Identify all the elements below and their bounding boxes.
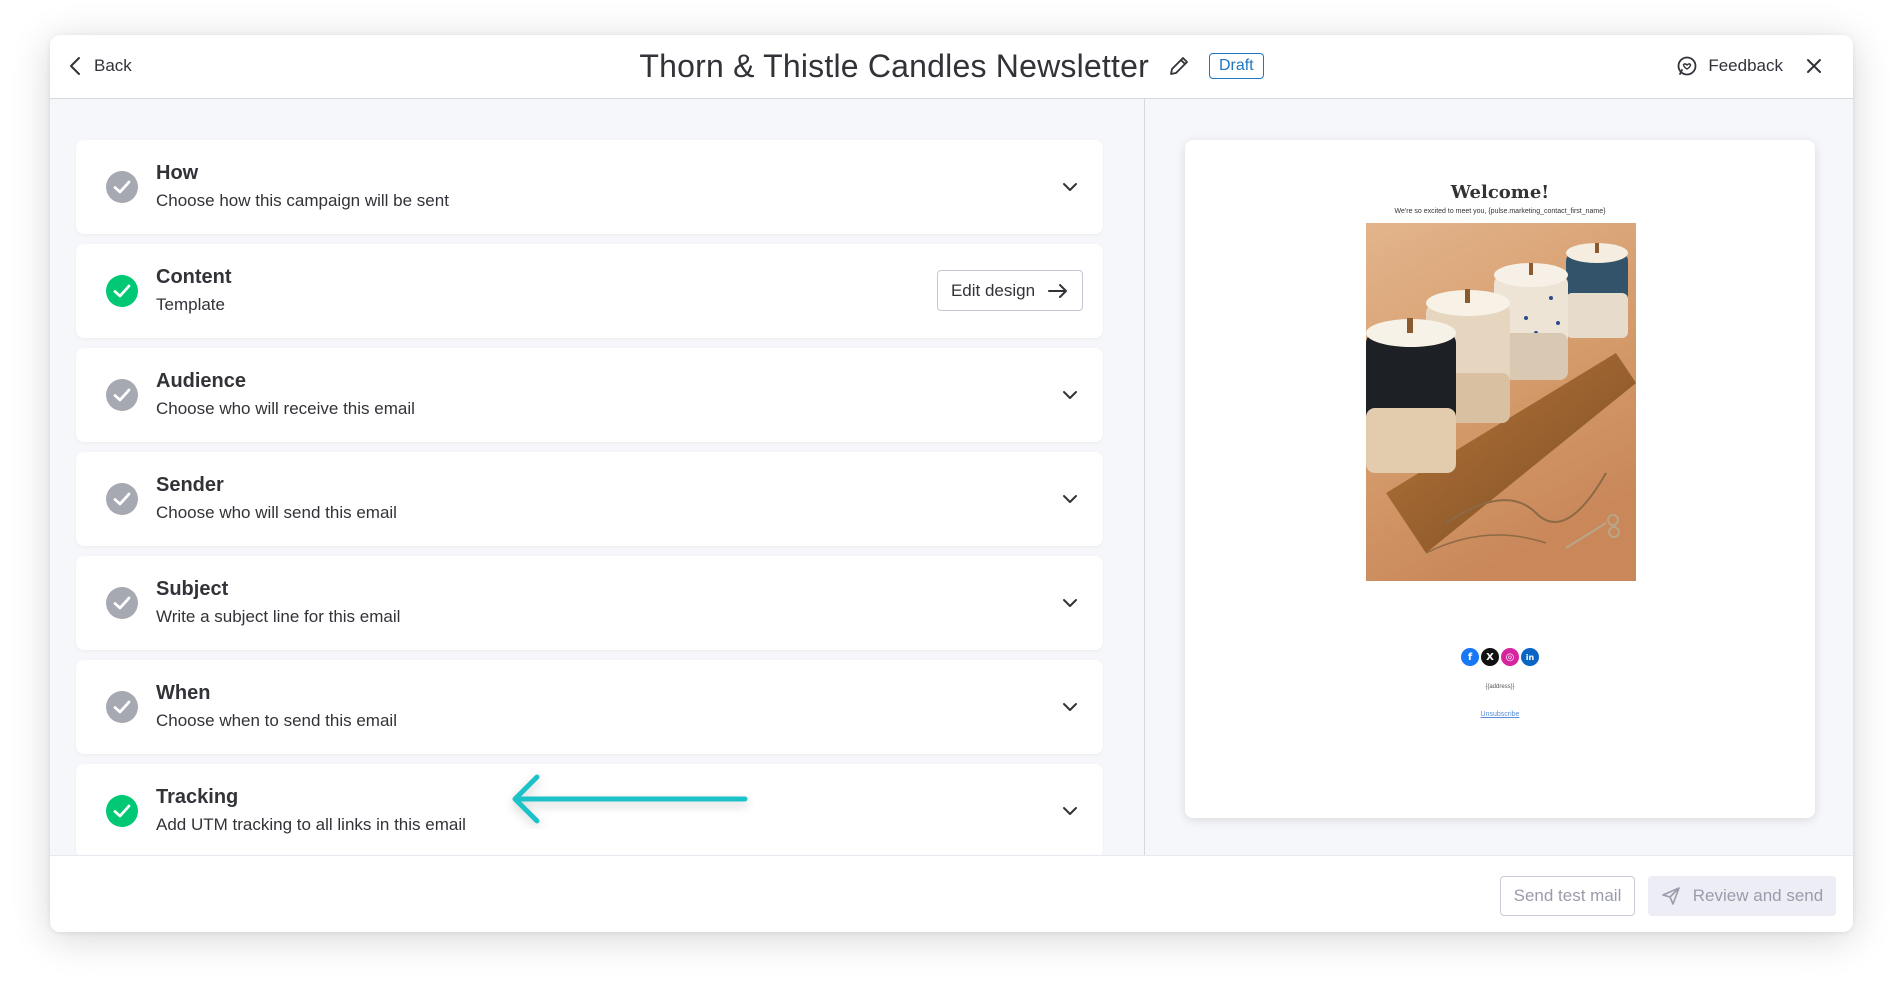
candles-image: [1366, 223, 1636, 581]
step-title: When: [156, 682, 211, 704]
send-test-mail-button[interactable]: Send test mail: [1500, 876, 1635, 916]
linkedin-icon[interactable]: in: [1521, 648, 1539, 666]
step-subtitle: Template: [156, 295, 225, 314]
check-circle-icon: [106, 691, 138, 723]
step-title: Subject: [156, 578, 229, 600]
facebook-icon[interactable]: f: [1461, 648, 1479, 666]
chevron-down-icon[interactable]: [1061, 178, 1079, 196]
step-when[interactable]: When Choose when to send this email: [76, 660, 1103, 754]
title-bar: Thorn & Thistle Candles Newsletter Draft: [50, 43, 1853, 89]
check-circle-icon: [106, 379, 138, 411]
instagram-icon[interactable]: ◎: [1501, 648, 1519, 666]
arrow-right-icon: [1048, 283, 1068, 298]
step-subject[interactable]: Subject Write a subject line for this em…: [76, 556, 1103, 650]
check-circle-icon: [106, 275, 138, 307]
step-content[interactable]: Content Template Edit design: [76, 244, 1103, 338]
check-circle-icon: [106, 587, 138, 619]
step-audience[interactable]: Audience Choose who will receive this em…: [76, 348, 1103, 442]
preview-heading: Welcome!: [1450, 182, 1550, 203]
step-title: How: [156, 162, 199, 184]
step-subtitle: Choose how this campaign will be sent: [156, 191, 449, 210]
steps-panel: How Choose how this campaign will be sen…: [50, 99, 1144, 858]
chevron-down-icon[interactable]: [1061, 490, 1079, 508]
check-circle-icon: [106, 171, 138, 203]
step-title: Content: [156, 266, 232, 288]
close-icon: [1807, 59, 1821, 73]
step-subtitle: Choose who will receive this email: [156, 399, 415, 418]
footer: Send test mail Review and send: [50, 855, 1853, 932]
social-links: f X ◎ in: [1185, 648, 1815, 666]
feedback-label: Feedback: [1708, 56, 1783, 75]
page-title: Thorn & Thistle Candles Newsletter: [639, 47, 1149, 84]
preview-area: Welcome! We're so excited to meet you, {…: [1145, 99, 1853, 855]
edit-design-label: Edit design: [950, 280, 1036, 300]
header: Back Thorn & Thistle Candles Newsletter …: [50, 35, 1853, 99]
check-circle-icon: [106, 483, 138, 515]
chevron-down-icon[interactable]: [1061, 386, 1079, 404]
step-subtitle: Write a subject line for this email: [156, 607, 401, 626]
review-and-send-button[interactable]: Review and send: [1648, 876, 1836, 916]
chat-bubble-icon: [1677, 56, 1697, 76]
step-sender[interactable]: Sender Choose who will send this email: [76, 452, 1103, 546]
status-badge: Draft: [1208, 53, 1264, 79]
check-circle-icon: [106, 795, 138, 827]
close-button[interactable]: [1801, 53, 1827, 79]
step-subtitle: Choose who will send this email: [156, 503, 397, 522]
annotation-arrow-icon: [512, 774, 748, 824]
chevron-down-icon[interactable]: [1061, 698, 1079, 716]
step-title: Sender: [156, 474, 224, 496]
x-icon[interactable]: X: [1481, 648, 1499, 666]
step-how[interactable]: How Choose how this campaign will be sen…: [76, 140, 1103, 234]
chevron-down-icon[interactable]: [1061, 594, 1079, 612]
feedback-button[interactable]: Feedback: [1676, 49, 1783, 83]
chevron-down-icon[interactable]: [1061, 802, 1079, 820]
edit-design-button[interactable]: Edit design: [937, 270, 1083, 311]
edit-title-button[interactable]: [1167, 54, 1191, 78]
unsubscribe-link[interactable]: Unsubscribe: [1185, 711, 1815, 718]
preview-address: {{address}}: [1485, 684, 1515, 690]
paper-plane-icon: [1661, 887, 1680, 905]
preview-subheading: We're so excited to meet you, {pulse.mar…: [1394, 208, 1606, 215]
step-subtitle: Choose when to send this email: [156, 711, 397, 730]
step-title: Audience: [156, 370, 247, 392]
campaign-editor-window: Back Thorn & Thistle Candles Newsletter …: [50, 35, 1853, 932]
email-preview: Welcome! We're so excited to meet you, {…: [1185, 140, 1815, 818]
step-title: Tracking: [156, 786, 239, 808]
step-subtitle: Add UTM tracking to all links in this em…: [156, 815, 466, 834]
pencil-icon: [1170, 57, 1188, 75]
review-and-send-label: Review and send: [1692, 886, 1824, 905]
